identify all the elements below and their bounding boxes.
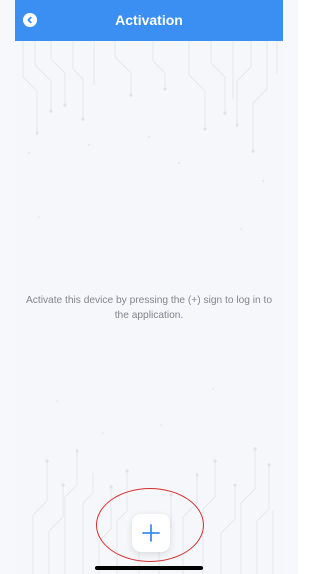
app-bar: Activation <box>15 0 283 41</box>
back-button[interactable] <box>23 13 37 27</box>
highlight-ring <box>96 488 204 562</box>
screen: Activation Activate this device by press… <box>0 0 298 574</box>
activation-message: Activate this device by pressing the (+)… <box>25 295 273 321</box>
home-indicator <box>95 566 203 570</box>
back-icon <box>27 16 32 24</box>
page-title: Activation <box>115 12 183 28</box>
